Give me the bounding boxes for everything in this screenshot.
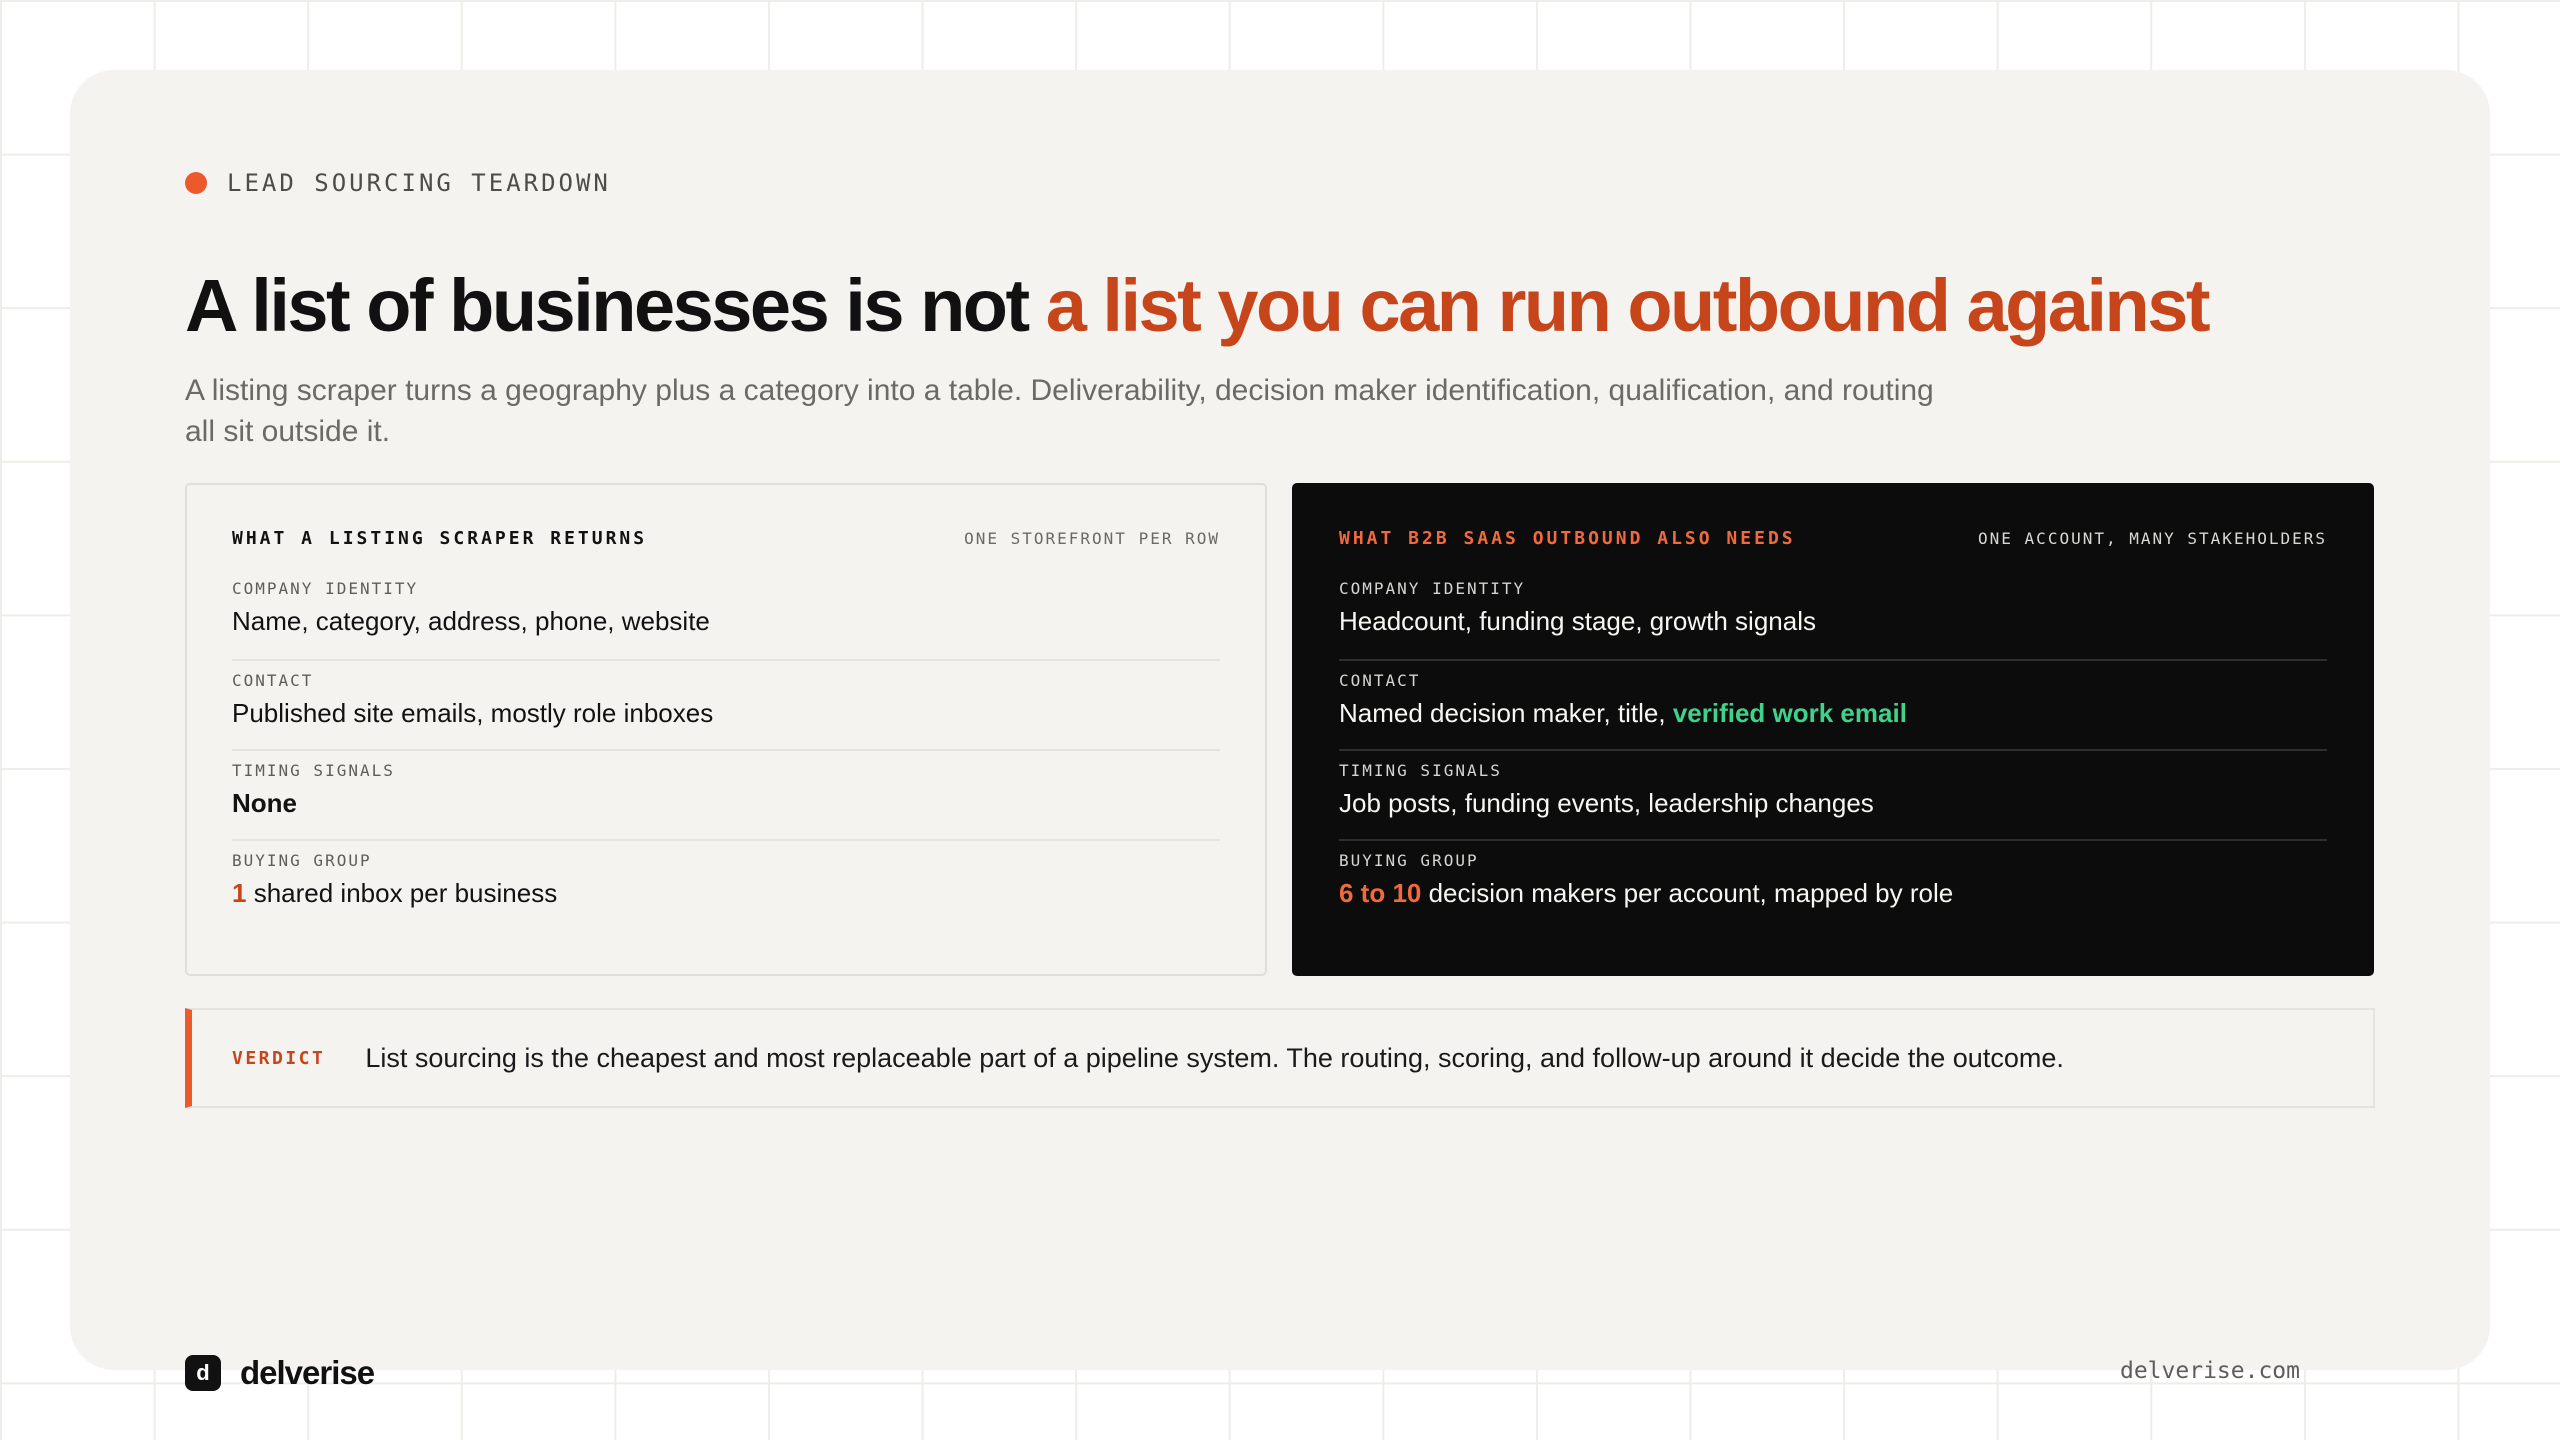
row-label: CONTACT bbox=[1339, 671, 1421, 690]
eyebrow-text: LEAD SOURCING TEARDOWN bbox=[227, 169, 611, 197]
row-value: None bbox=[232, 788, 297, 818]
row-value: Job posts, funding events, leadership ch… bbox=[1339, 788, 1874, 818]
row-value-rest: shared inbox per business bbox=[246, 878, 558, 908]
row-label: COMPANY IDENTITY bbox=[1339, 579, 1526, 598]
headline-lead: A list of businesses is not bbox=[185, 264, 1046, 347]
row-value: Headcount, funding stage, growth signals bbox=[1339, 606, 1816, 636]
row-label: CONTACT bbox=[232, 671, 314, 690]
status-dot-icon bbox=[185, 172, 207, 194]
panel-row-company-identity: COMPANY IDENTITY Headcount, funding stag… bbox=[1339, 569, 2327, 659]
verdict-callout: VERDICT List sourcing is the cheapest an… bbox=[185, 1008, 2375, 1108]
panel-row-buying-group: BUYING GROUP 6 to 10 decision makers per… bbox=[1339, 839, 2327, 929]
panel-row-company-identity: COMPANY IDENTITY Name, category, address… bbox=[232, 569, 1220, 659]
panel-row-buying-group: BUYING GROUP 1 shared inbox per business bbox=[232, 839, 1220, 929]
row-label: BUYING GROUP bbox=[232, 851, 372, 870]
verdict-text: List sourcing is the cheapest and most r… bbox=[365, 1042, 2064, 1073]
row-value-lead: Named decision maker, title, bbox=[1339, 698, 1673, 728]
row-value: Published site emails, mostly role inbox… bbox=[232, 698, 714, 728]
brand-name: delverise bbox=[240, 1354, 375, 1391]
panel-row-contact: CONTACT Named decision maker, title, ver… bbox=[1339, 659, 2327, 749]
row-label: TIMING SIGNALS bbox=[1339, 761, 1502, 780]
row-value-highlight: 6 to 10 bbox=[1339, 878, 1422, 908]
page-title: A list of businesses is not a list you c… bbox=[185, 264, 2211, 347]
scraper-returns-panel: WHAT A LISTING SCRAPER RETURNS ONE STORE… bbox=[185, 483, 1267, 976]
panel-title: WHAT A LISTING SCRAPER RETURNS bbox=[232, 527, 648, 549]
brand-mark-icon: d bbox=[185, 1355, 221, 1391]
row-label: TIMING SIGNALS bbox=[232, 761, 395, 780]
brand-logo[interactable]: d delverise bbox=[185, 1354, 375, 1391]
panel-meta: ONE ACCOUNT, MANY STAKEHOLDERS bbox=[1978, 528, 2327, 548]
row-value-highlight: 1 bbox=[232, 878, 247, 908]
headline-accent: a list you can run outbound against bbox=[1045, 264, 2211, 347]
row-value: Named decision maker, title, verified wo… bbox=[1339, 695, 2327, 731]
panel-meta: ONE STOREFRONT PER ROW bbox=[964, 528, 1220, 548]
panel-header: WHAT A LISTING SCRAPER RETURNS ONE STORE… bbox=[232, 523, 1220, 553]
panel-row-timing-signals: TIMING SIGNALS Job posts, funding events… bbox=[1339, 749, 2327, 839]
panel-row-timing-signals: TIMING SIGNALS None bbox=[232, 749, 1220, 839]
subheading: A listing scraper turns a geography plus… bbox=[185, 374, 1934, 448]
row-value: 6 to 10 decision makers per account, map… bbox=[1339, 875, 2327, 911]
row-value-highlight: verified work email bbox=[1672, 698, 1907, 728]
row-label: COMPANY IDENTITY bbox=[232, 579, 419, 598]
slide-card: LEAD SOURCING TEARDOWN A list of busines… bbox=[70, 70, 2490, 1391]
row-value: 1 shared inbox per business bbox=[232, 875, 1220, 911]
verdict-label: VERDICT bbox=[232, 1047, 326, 1069]
panel-row-contact: CONTACT Published site emails, mostly ro… bbox=[232, 659, 1220, 749]
panel-title: WHAT B2B SAAS OUTBOUND ALSO NEEDS bbox=[1339, 527, 1796, 549]
site-link[interactable]: delverise.com bbox=[2120, 1358, 2300, 1384]
eyebrow: LEAD SOURCING TEARDOWN bbox=[185, 158, 611, 208]
panel-header: WHAT B2B SAAS OUTBOUND ALSO NEEDS ONE AC… bbox=[1339, 523, 2327, 553]
outbound-needs-panel: WHAT B2B SAAS OUTBOUND ALSO NEEDS ONE AC… bbox=[1292, 483, 2374, 976]
row-value: Name, category, address, phone, website bbox=[232, 606, 710, 636]
row-label: BUYING GROUP bbox=[1339, 851, 1479, 870]
row-value-rest: decision makers per account, mapped by r… bbox=[1421, 878, 1954, 908]
